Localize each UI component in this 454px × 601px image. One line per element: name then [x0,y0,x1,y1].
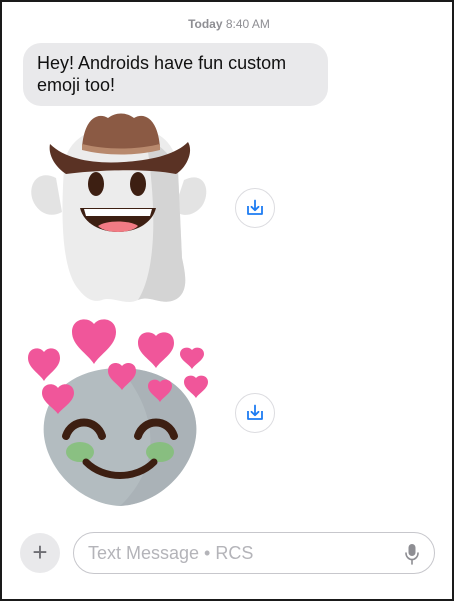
message-composer[interactable] [73,532,435,574]
cowboy-ghost-sticker[interactable] [26,108,216,308]
timestamp-time: 8:40 AM [225,17,270,31]
save-download-icon [247,199,263,215]
save-download-icon [247,404,263,420]
heart-eyes-alien-sticker[interactable] [20,318,220,518]
save-sticker-button[interactable] [235,393,275,433]
incoming-message-bubble[interactable]: Hey! Androids have fun custom emoji too! [23,43,328,106]
message-timestamp: Today 8:40 AM [2,17,454,31]
save-sticker-button[interactable] [235,188,275,228]
plus-icon: + [32,537,48,567]
heart-eyes-alien-emoji-icon [28,319,208,506]
timestamp-day: Today [188,17,223,31]
cowboy-ghost-emoji-icon [31,113,207,302]
text-message-input[interactable] [88,533,388,573]
add-attachment-button[interactable]: + [20,533,60,573]
microphone-icon[interactable] [404,543,420,565]
messages-screen: Today 8:40 AM Hey! Androids have fun cus… [0,0,454,601]
